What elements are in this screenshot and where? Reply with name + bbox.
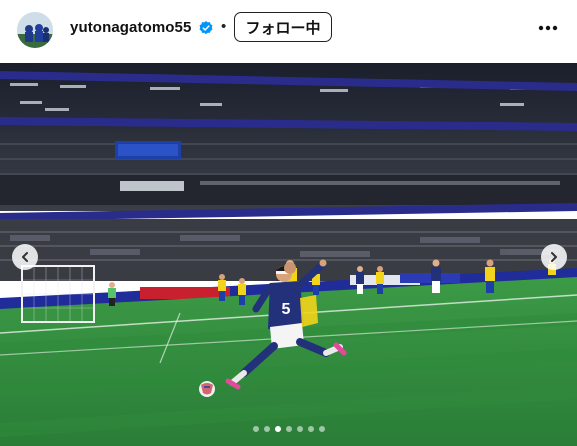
more-options-icon[interactable] bbox=[536, 16, 560, 40]
carousel-dot bbox=[274, 426, 281, 432]
verified-badge-icon bbox=[199, 21, 213, 35]
carousel-dot bbox=[318, 426, 325, 432]
carousel-dot bbox=[307, 426, 314, 432]
chevron-right-icon[interactable] bbox=[541, 244, 567, 270]
carousel-dot bbox=[285, 426, 292, 432]
carousel-dot bbox=[263, 426, 270, 432]
post-header: yutonagatomo55 • フォロー中 bbox=[0, 0, 577, 62]
following-button[interactable]: フォロー中 bbox=[234, 12, 332, 42]
username-link[interactable]: yutonagatomo55 bbox=[70, 19, 191, 36]
post-photo: 5 bbox=[0, 63, 577, 446]
player-number: 5 bbox=[282, 301, 291, 318]
profile-avatar[interactable] bbox=[17, 12, 53, 48]
chevron-left-icon[interactable] bbox=[12, 244, 38, 270]
carousel-dot bbox=[296, 426, 303, 432]
carousel-dot bbox=[252, 426, 259, 432]
separator-dot: • bbox=[221, 18, 227, 35]
carousel-indicator bbox=[0, 426, 577, 436]
stadium-photo: 5 bbox=[0, 63, 577, 446]
